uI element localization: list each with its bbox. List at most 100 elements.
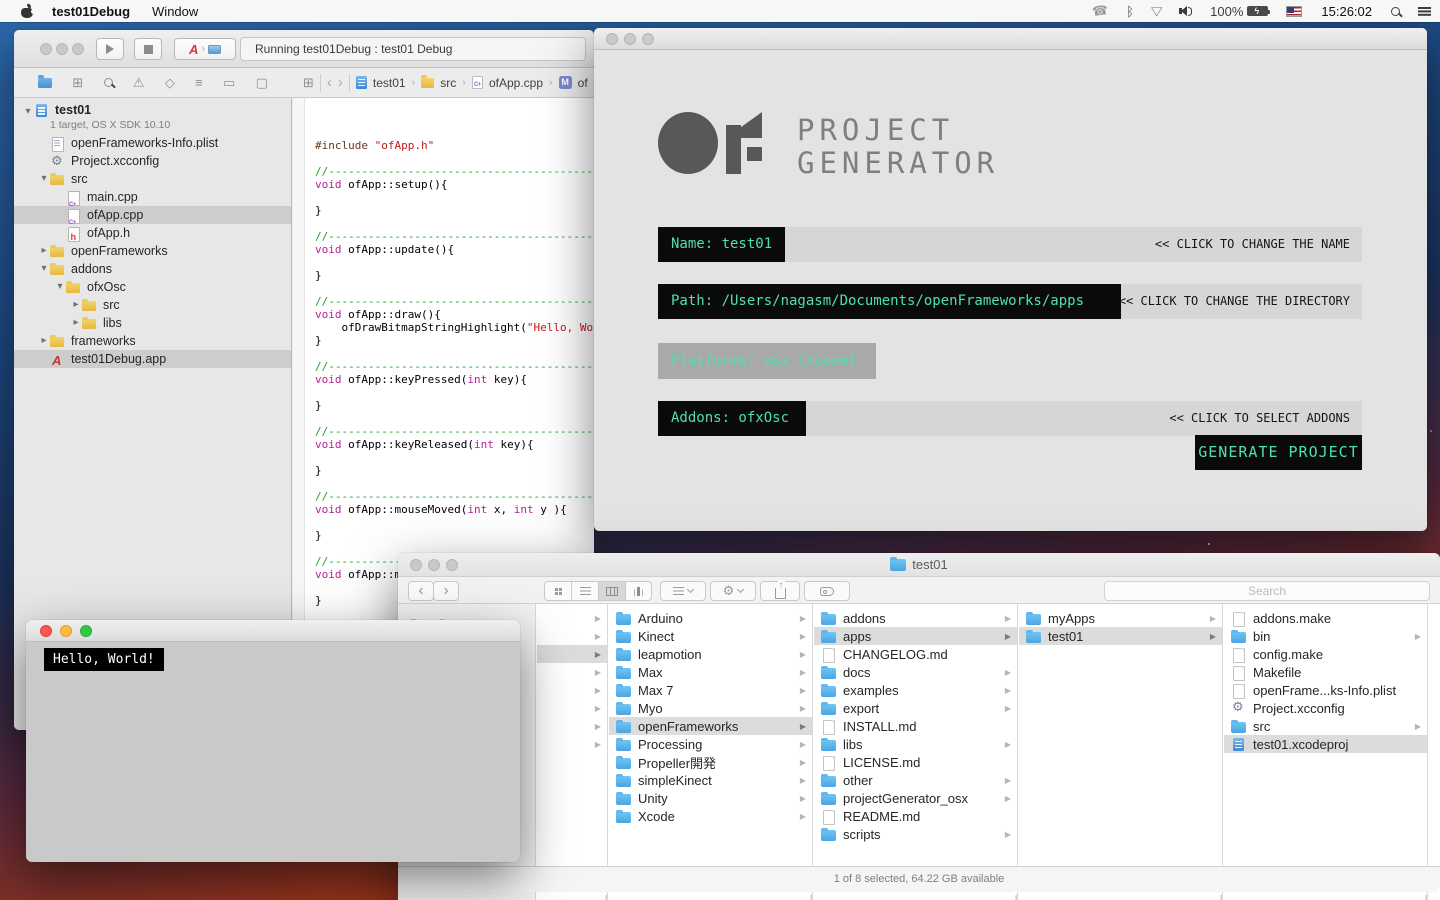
navigator-item[interactable]: test01 1 target, OS X SDK 10.10 (14, 102, 291, 134)
disclosure-icon[interactable] (22, 104, 34, 119)
list-item[interactable]: addons.make▶ (1224, 609, 1427, 627)
name-field[interactable]: Name: test01 (658, 227, 785, 262)
list-item[interactable]: export ▶ (814, 699, 1017, 717)
search-navigator-icon[interactable] (103, 78, 113, 87)
navigator-item[interactable]: ofApp.cpp (14, 206, 291, 232)
list-item[interactable]: Max 7 ▶ (609, 681, 812, 699)
path-hint[interactable]: << CLICK TO CHANGE THE DIRECTORY (1119, 284, 1350, 319)
tags-button[interactable] (804, 581, 850, 601)
list-item[interactable]: INSTALL.md▶ (814, 717, 1017, 735)
list-item[interactable]: Arduino ▶ (609, 609, 812, 627)
keyboard-flag-icon[interactable] (1277, 0, 1311, 22)
app-menu[interactable]: test01Debug (52, 4, 130, 19)
minimize-button[interactable] (624, 33, 636, 45)
share-button[interactable] (760, 579, 800, 601)
tests-navigator-icon[interactable]: ◇ (165, 75, 175, 91)
disclosure-icon[interactable] (38, 332, 50, 350)
zoom-button[interactable] (642, 33, 654, 45)
minimize-button[interactable] (56, 43, 68, 55)
navigator-item[interactable]: src (14, 296, 291, 314)
project-navigator-icon[interactable] (38, 75, 53, 88)
list-item[interactable]: Unity ▶ (609, 789, 812, 807)
breadcrumb-symbol[interactable]: of (578, 76, 588, 90)
list-item[interactable]: Myo ▶ (609, 699, 812, 717)
zoom-button[interactable] (72, 43, 84, 55)
navigator-item[interactable]: openFrameworks (14, 242, 291, 260)
minimize-button[interactable] (60, 625, 72, 637)
breadcrumb-file[interactable]: ofApp.cpp (489, 76, 543, 90)
notification-center-icon[interactable] (1409, 0, 1440, 22)
list-item[interactable]: other ▶ (814, 771, 1017, 789)
list-item[interactable]: Processing ▶ (609, 735, 812, 753)
list-item[interactable]: test01.xcodeproj▶ (1224, 735, 1427, 753)
close-button[interactable] (40, 43, 52, 55)
list-item[interactable]: Kinect ▶ (609, 627, 812, 645)
addons-hint[interactable]: << CLICK TO SELECT ADDONS (1169, 401, 1350, 436)
list-item[interactable]: ▶ (537, 717, 607, 735)
list-item[interactable]: myApps ▶ (1019, 609, 1222, 627)
list-item[interactable]: ▶ (537, 681, 607, 699)
name-hint[interactable]: << CLICK TO CHANGE THE NAME (1155, 227, 1350, 262)
list-item[interactable]: ▶ (537, 735, 607, 753)
close-button[interactable] (606, 33, 618, 45)
list-item[interactable]: openFrame...ks-Info.plist▶ (1224, 681, 1427, 699)
back-button[interactable]: ‹ (408, 581, 434, 601)
list-item[interactable]: Project.xcconfig▶ (1224, 699, 1427, 717)
run-button[interactable] (96, 38, 124, 60)
navigator-item[interactable]: libs (14, 314, 291, 332)
bluetooth-icon[interactable]: ᛒ (1117, 0, 1143, 22)
issues-navigator-icon[interactable]: ⚠ (133, 75, 145, 91)
wifi-icon[interactable]: ▽ (1143, 0, 1170, 22)
navigator-item[interactable]: openFrameworks-Info.plist (14, 134, 291, 152)
list-item[interactable]: projectGenerator_osx ▶ (814, 789, 1017, 807)
list-item[interactable]: apps ▶ (814, 627, 1017, 645)
code-editor[interactable]: #include "ofApp.h" //--------------------… (293, 98, 594, 630)
list-item[interactable]: ▶ (537, 609, 607, 627)
apple-menu-icon[interactable] (21, 3, 36, 18)
list-item[interactable]: openFrameworks ▶ (609, 717, 812, 735)
path-field[interactable]: Path: /Users/nagasm/Documents/openFramew… (658, 284, 1121, 319)
list-item[interactable]: test01 ▶ (1019, 627, 1222, 645)
list-item[interactable]: libs ▶ (814, 735, 1017, 753)
volume-icon[interactable] (1170, 0, 1201, 22)
navigator-item[interactable]: ofApp.h (14, 224, 291, 246)
disclosure-icon[interactable] (54, 278, 66, 296)
debug-navigator-icon[interactable]: ≡ (195, 75, 203, 90)
disclosure-icon[interactable] (38, 260, 50, 278)
breakpoints-navigator-icon[interactable]: ▭ (223, 75, 235, 91)
forward-button[interactable]: › (433, 581, 459, 601)
coverflow-view-button[interactable] (625, 581, 652, 601)
navigator-item[interactable]: test01Debug.app (14, 350, 291, 370)
generate-project-button[interactable]: GENERATE PROJECT (1195, 435, 1362, 470)
disclosure-icon[interactable] (38, 242, 50, 260)
addons-field[interactable]: Addons: ofxOsc (658, 401, 806, 436)
list-item[interactable]: Max ▶ (609, 663, 812, 681)
battery-indicator[interactable]: 100% ϟ (1201, 0, 1277, 22)
icon-view-button[interactable] (544, 581, 571, 601)
related-items-icon[interactable]: ⊞ (303, 75, 314, 91)
navigator-item[interactable]: addons (14, 260, 291, 278)
close-button[interactable] (40, 625, 52, 637)
navigator-item[interactable]: Project.xcconfig (14, 152, 291, 170)
breadcrumb-project[interactable]: test01 (373, 76, 406, 90)
navigator-item[interactable]: frameworks (14, 332, 291, 350)
disclosure-icon[interactable] (70, 296, 82, 314)
arrange-menu-button[interactable] (660, 581, 706, 601)
list-item[interactable]: README.md▶ (814, 807, 1017, 825)
phone-icon[interactable]: ☎ (1083, 0, 1117, 22)
column-view-button[interactable] (598, 581, 625, 601)
list-item[interactable]: bin ▶ (1224, 627, 1427, 645)
stop-button[interactable] (134, 38, 162, 60)
action-menu-button[interactable]: ⚙ (710, 581, 756, 601)
spotlight-icon[interactable] (1382, 0, 1409, 22)
list-item[interactable]: CHANGELOG.md▶ (814, 645, 1017, 663)
zoom-button[interactable] (80, 625, 92, 637)
list-item[interactable]: config.make▶ (1224, 645, 1427, 663)
breadcrumb-folder[interactable]: src (440, 76, 456, 90)
list-item[interactable]: Propeller開発 ▶ (609, 753, 812, 771)
reports-navigator-icon[interactable]: ▢ (256, 75, 268, 91)
list-item[interactable]: ▶ (537, 663, 607, 681)
navigator-item[interactable]: main.cpp (14, 188, 291, 214)
forward-icon[interactable]: › (338, 74, 343, 91)
list-item[interactable]: ▶ (537, 645, 607, 663)
